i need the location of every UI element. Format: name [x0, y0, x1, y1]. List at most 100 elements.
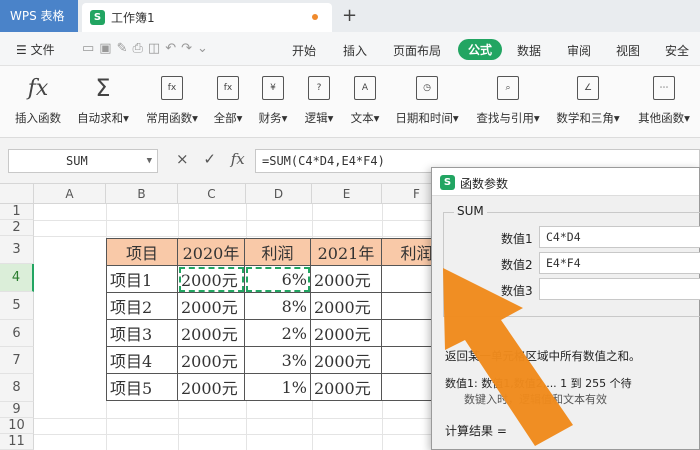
table-header-cell[interactable]: 2020年	[177, 238, 245, 266]
table-cell[interactable]: 2000元	[310, 319, 382, 347]
redo-icon[interactable]: ↷	[181, 41, 197, 56]
table-cell[interactable]: 项目4	[106, 346, 178, 374]
table-cell[interactable]: 项目5	[106, 373, 178, 401]
row-header-9[interactable]: 9	[0, 402, 34, 418]
table-cell[interactable]: 2000元	[177, 292, 245, 320]
table-header-row: 项目 2020年 利润 2021年 利润	[106, 238, 452, 266]
wps-logo-icon: S	[440, 175, 455, 190]
tab-insert[interactable]: 插入	[343, 42, 367, 59]
all-functions-label: 全部▾	[213, 111, 243, 125]
sigma-icon: Σ	[95, 74, 111, 102]
table-header-cell[interactable]: 2021年	[310, 238, 382, 266]
column-header-e[interactable]: E	[312, 184, 382, 204]
dialog-title-bar[interactable]: S 函数参数	[432, 168, 699, 196]
tab-page-layout[interactable]: 页面布局	[393, 42, 441, 59]
row-header-3[interactable]: 3	[0, 236, 34, 264]
name-box-chevron-icon[interactable]: ▼	[147, 150, 152, 172]
text-functions-button[interactable]: A 文本▾	[346, 72, 384, 126]
date-time-button[interactable]: ◷ 日期和时间▾	[392, 72, 462, 126]
insert-function-label: 插入函数	[15, 111, 61, 125]
all-functions-button[interactable]: fx 全部▾	[210, 72, 246, 126]
confirm-icon[interactable]: ✓	[203, 150, 216, 168]
common-functions-button[interactable]: fx 常用函数▾	[142, 72, 202, 126]
lookup-reference-button[interactable]: ⌕ 查找与引用▾	[472, 72, 544, 126]
print-icon[interactable]: ⎙	[133, 41, 148, 56]
table-cell[interactable]: 3%	[244, 346, 311, 374]
tab-security[interactable]: 安全	[665, 42, 689, 59]
math-icon: ∠	[577, 76, 599, 100]
format-painter-icon[interactable]: ✎	[117, 41, 133, 56]
tab-data[interactable]: 数据	[517, 42, 541, 59]
arg-label-2: 数值2	[501, 258, 533, 272]
tab-view[interactable]: 视图	[616, 42, 640, 59]
save-icon[interactable]: ▣	[99, 41, 116, 56]
row-header-4[interactable]: 4	[0, 264, 34, 292]
function-arguments-dialog: S 函数参数 SUM 数值1 C4*D4 数值2 E4*F4 数值3 返回某一单…	[431, 167, 700, 450]
table-cell[interactable]: 2000元	[310, 373, 382, 401]
table-cell-c4-referenced[interactable]: 2000元	[177, 265, 245, 293]
arg-input-1[interactable]: C4*D4	[539, 226, 700, 248]
undo-icon[interactable]: ↶	[165, 41, 181, 56]
table-cell[interactable]: 2000元	[177, 319, 245, 347]
autosum-button[interactable]: Σ 自动求和▾	[74, 72, 132, 126]
column-header-a[interactable]: A	[34, 184, 106, 204]
table-cell[interactable]: 2%	[244, 319, 311, 347]
open-icon[interactable]: ▭	[82, 41, 99, 56]
row-header-2[interactable]: 2	[0, 220, 34, 236]
logic-button[interactable]: ? 逻辑▾	[300, 72, 338, 126]
preview-icon[interactable]: ◫	[148, 41, 165, 56]
arguments-group: SUM 数值1 C4*D4 数值2 E4*F4 数值3	[443, 204, 700, 317]
row-header-7[interactable]: 7	[0, 347, 34, 374]
row-header-5[interactable]: 5	[0, 292, 34, 320]
table-row: 项目2 2000元 8% 2000元	[106, 292, 452, 320]
file-menu[interactable]: ☰ 文件	[16, 41, 55, 58]
table-cell[interactable]: 2000元	[310, 346, 382, 374]
table-cell[interactable]: 2000元	[177, 346, 245, 374]
select-all-corner[interactable]	[0, 184, 34, 204]
row-header-1[interactable]: 1	[0, 204, 34, 220]
table-cell[interactable]: 2000元	[177, 373, 245, 401]
more-functions-button[interactable]: ⋯ 其他函数▾	[633, 72, 695, 126]
row-header-11[interactable]: 11	[0, 434, 34, 450]
row-header-6[interactable]: 6	[0, 320, 34, 347]
table-header-cell[interactable]: 利润	[244, 238, 311, 266]
dialog-title: 函数参数	[460, 177, 509, 191]
table-cell[interactable]: 2000元	[310, 292, 382, 320]
table-cell-d4-referenced[interactable]: 6%	[244, 265, 311, 293]
cancel-icon[interactable]: ×	[176, 150, 189, 168]
table-cell[interactable]: 2000元	[310, 265, 382, 293]
logic-icon: ?	[308, 76, 330, 100]
tab-formulas[interactable]: 公式	[458, 39, 503, 60]
logic-label: 逻辑▾	[304, 111, 334, 125]
row-header-10[interactable]: 10	[0, 418, 34, 434]
column-header-c[interactable]: C	[178, 184, 246, 204]
row-header-8[interactable]: 8	[0, 374, 34, 402]
arg-input-2[interactable]: E4*F4	[539, 252, 700, 274]
spreadsheet-icon: S	[90, 10, 105, 25]
data-table: 项目 2020年 利润 2021年 利润 项目1 2000元 6% 2000元 …	[106, 238, 452, 401]
math-trig-button[interactable]: ∠ 数学和三角▾	[553, 72, 623, 126]
insert-function-fx-icon[interactable]: fx	[231, 150, 245, 168]
table-header-cell[interactable]: 项目	[106, 238, 178, 266]
table-cell[interactable]: 项目2	[106, 292, 178, 320]
insert-function-button[interactable]: fx 插入函数	[10, 72, 66, 126]
column-header-b[interactable]: B	[106, 184, 178, 204]
column-header-d[interactable]: D	[246, 184, 312, 204]
new-tab-button[interactable]: +	[342, 5, 357, 26]
table-cell[interactable]: 1%	[244, 373, 311, 401]
tab-home[interactable]: 开始	[292, 42, 316, 59]
table-cell[interactable]: 项目1	[106, 265, 178, 293]
finance-button[interactable]: ¥ 财务▾	[254, 72, 292, 126]
arg-label-1: 数值1	[501, 232, 533, 246]
app-home-tab[interactable]: WPS 表格	[0, 0, 78, 32]
customize-chevron-icon[interactable]: ⌄	[197, 41, 213, 56]
fx-icon: fx	[27, 75, 49, 101]
tab-review[interactable]: 审阅	[567, 42, 591, 59]
lookup-reference-label: 查找与引用▾	[476, 111, 540, 125]
document-tab[interactable]: S 工作簿1	[82, 3, 332, 32]
table-cell[interactable]: 8%	[244, 292, 311, 320]
table-cell[interactable]: 项目3	[106, 319, 178, 347]
name-box[interactable]: SUM ▼	[8, 149, 158, 173]
arg-input-3[interactable]	[539, 278, 700, 300]
table-row: 项目1 2000元 6% 2000元	[106, 265, 452, 293]
